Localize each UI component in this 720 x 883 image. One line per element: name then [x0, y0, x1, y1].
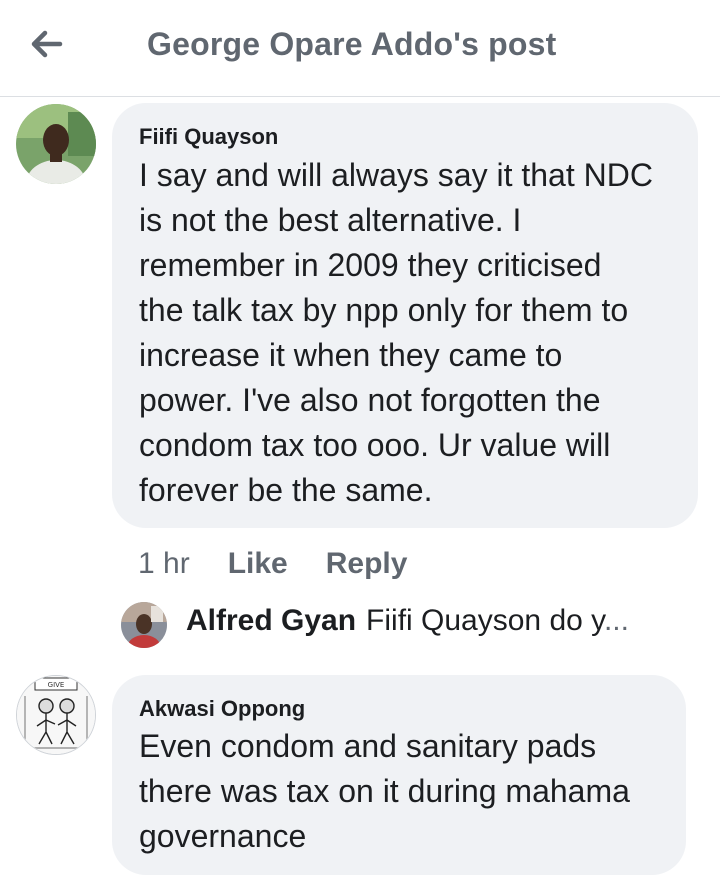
- reply-button[interactable]: Reply: [326, 547, 408, 581]
- comments-page: George Opare Addo's post Fiifi Quayson I…: [0, 0, 720, 883]
- post-header: George Opare Addo's post: [0, 0, 720, 97]
- comment-actions: 1 hr Like Reply: [138, 542, 445, 586]
- like-button[interactable]: Like: [228, 547, 288, 581]
- comment-author[interactable]: Akwasi Oppong: [139, 696, 305, 722]
- comment-text: I say and will always say it that NDC is…: [139, 157, 653, 508]
- reply-ellipsis: ...: [603, 604, 629, 637]
- reply-preview[interactable]: Alfred Gyan Fiifi Quayson do y...: [186, 604, 629, 638]
- page-title: George Opare Addo's post: [147, 26, 557, 62]
- reply-snippet: Fiifi Quayson do y: [366, 604, 604, 637]
- comment-timestamp[interactable]: 1 hr: [138, 547, 190, 581]
- avatar[interactable]: [16, 104, 96, 184]
- arrow-left-icon: [26, 24, 66, 69]
- reply-author[interactable]: Alfred Gyan: [186, 604, 356, 637]
- comment-text: Even condom and sanitary pads there was …: [139, 728, 630, 854]
- reply-avatar[interactable]: [121, 602, 167, 648]
- avatar-caption: GIVE: [48, 681, 65, 689]
- comment-author[interactable]: Fiifi Quayson: [139, 124, 278, 150]
- back-button[interactable]: [22, 22, 70, 70]
- avatar[interactable]: GIVE: [16, 675, 96, 755]
